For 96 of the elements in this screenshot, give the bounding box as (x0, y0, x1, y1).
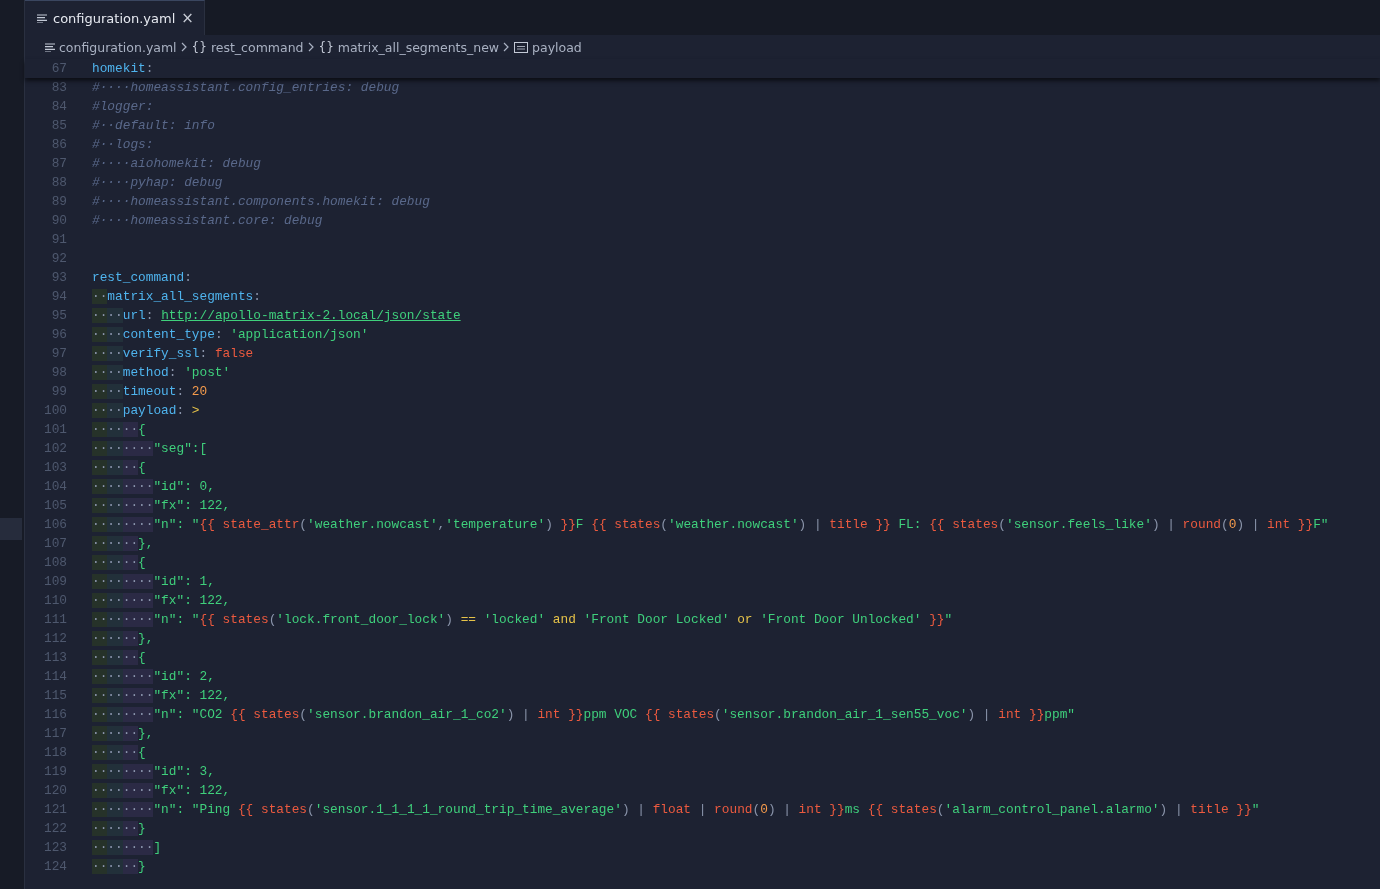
code-line: ········"seg":[ (92, 440, 208, 458)
line-number: 103 (42, 459, 68, 477)
line-number: 99 (50, 383, 68, 401)
braces-icon: {} (191, 40, 207, 54)
code-line: ······} (92, 820, 146, 838)
line-number: 85 (50, 117, 68, 135)
code-line: ········"fx": 122, (92, 687, 231, 705)
line-number: 112 (42, 630, 68, 648)
line-number: 109 (42, 573, 68, 591)
line-number: 117 (42, 725, 68, 743)
code-line: ········"n": "Ping {{ states('sensor.1_1_1_1_round_trip_time_average') | float | round(0) | int }}ms {{ states('alarm_control_panel.alarmo') | title }}" (92, 801, 1260, 819)
code-line: ····payload: > (92, 402, 200, 420)
code-line: #····homeassistant.components.homekit: debug (92, 193, 430, 211)
line-number: 116 (42, 706, 68, 724)
line-number: 111 (42, 611, 68, 629)
line-number: 102 (42, 440, 68, 458)
line-number: 115 (42, 687, 68, 705)
code-line: ········] (92, 839, 162, 857)
line-number: 110 (42, 592, 68, 610)
line-number: 122 (42, 820, 68, 838)
code-line: #····pyhap: debug (92, 174, 223, 192)
code-line: ····method: 'post' (92, 364, 231, 382)
chevron-right-icon (503, 42, 511, 52)
line-number: 88 (50, 174, 68, 192)
line-number: 98 (50, 364, 68, 382)
code-line: #··default: info (92, 117, 215, 135)
code-line: rest_command: (92, 269, 192, 287)
code-line: ······{ (92, 421, 146, 439)
code-line: ······{ (92, 554, 146, 572)
line-number: 97 (50, 345, 68, 363)
braces-icon: {} (318, 40, 334, 54)
line-number: 119 (42, 763, 68, 781)
breadcrumb-item[interactable]: payload (532, 39, 582, 55)
tab-label: configuration.yaml (53, 10, 176, 26)
line-number: 84 (50, 98, 68, 116)
code-line: ····verify_ssl: false (92, 345, 254, 363)
abc-icon (514, 41, 529, 53)
line-number: 108 (42, 554, 68, 572)
code-line: #····homeassistant.core: debug (92, 212, 323, 230)
file-tab[interactable]: configuration.yaml × (25, 0, 205, 35)
lines-icon (45, 42, 55, 52)
line-number: 123 (42, 839, 68, 857)
code-line: ········"n": "CO2 {{ states('sensor.brandon_air_1_co2') | int }}ppm VOC {{ states('sensor.brandon_air_1_sen55_voc') | int }}ppm" (92, 706, 1076, 724)
code-line: ········"id": 3, (92, 763, 215, 781)
line-number: 120 (42, 782, 68, 800)
breadcrumb-item[interactable]: matrix_all_segments_new (337, 39, 500, 55)
code-line: ········"n": "{{ states('lock.front_door_lock') == 'locked' and 'Front Door Locked' or 'Front Door Unlocked' }}" (92, 611, 953, 629)
code-line: ··matrix_all_segments: (92, 288, 261, 306)
code-line: ········"id": 2, (92, 668, 215, 686)
chevron-right-icon (180, 42, 188, 52)
code-line: ······{ (92, 649, 146, 667)
line-number: 90 (50, 212, 68, 230)
line-number: 91 (50, 231, 68, 249)
line-number: 93 (50, 269, 68, 287)
breadcrumb-item[interactable]: configuration.yaml (59, 39, 177, 55)
line-number: 107 (42, 535, 68, 553)
code-line: ······} (92, 858, 146, 876)
code-line: ····content_type: 'application/json' (92, 326, 369, 344)
code-line: #logger: (92, 98, 154, 116)
line-number: 100 (42, 402, 68, 420)
line-number: 124 (42, 858, 68, 876)
code-line: ········"n": "{{ state_attr('weather.nowcast','temperature') }}F {{ states('weather.nowcast') | title }} FL: {{ states('sensor.feels_like') | round(0) | int }}F" (92, 516, 1329, 534)
line-number: 106 (42, 516, 68, 534)
code-line: ········"fx": 122, (92, 592, 231, 610)
chevron-right-icon (307, 42, 315, 52)
code-line: ····url: http://apollo-matrix-2.local/json/state (92, 307, 461, 325)
line-number: 89 (50, 193, 68, 211)
line-number: 113 (42, 649, 68, 667)
line-number: 86 (50, 136, 68, 154)
code-line: ····timeout: 20 (92, 383, 208, 401)
line-number: 105 (42, 497, 68, 515)
code-line: #····aiohomekit: debug (92, 155, 261, 173)
code-line: ········"id": 1, (92, 573, 215, 591)
code-line: ········"fx": 122, (92, 497, 231, 515)
line-number: 95 (50, 307, 68, 325)
breadcrumb-item[interactable]: rest_command (210, 39, 304, 55)
line-number: 101 (42, 421, 68, 439)
code-line: #····homeassistant.config_entries: debug (92, 79, 400, 97)
line-number: 121 (42, 801, 68, 819)
lines-icon (37, 13, 47, 23)
code-line: homekit: (92, 60, 154, 78)
line-number: 67 (50, 60, 68, 78)
code-line: ········"fx": 122, (92, 782, 231, 800)
line-number: 118 (42, 744, 68, 762)
line-number: 83 (50, 79, 68, 97)
code-line: ······{ (92, 459, 146, 477)
code-line: ········"id": 0, (92, 478, 215, 496)
code-line: #··logs: (92, 136, 154, 154)
line-number: 94 (50, 288, 68, 306)
line-number: 114 (42, 668, 68, 686)
line-number: 104 (42, 478, 68, 496)
line-number: 96 (50, 326, 68, 344)
code-line: ······{ (92, 744, 146, 762)
close-icon[interactable]: × (181, 9, 194, 27)
line-number: 92 (50, 250, 68, 268)
line-number: 87 (50, 155, 68, 173)
